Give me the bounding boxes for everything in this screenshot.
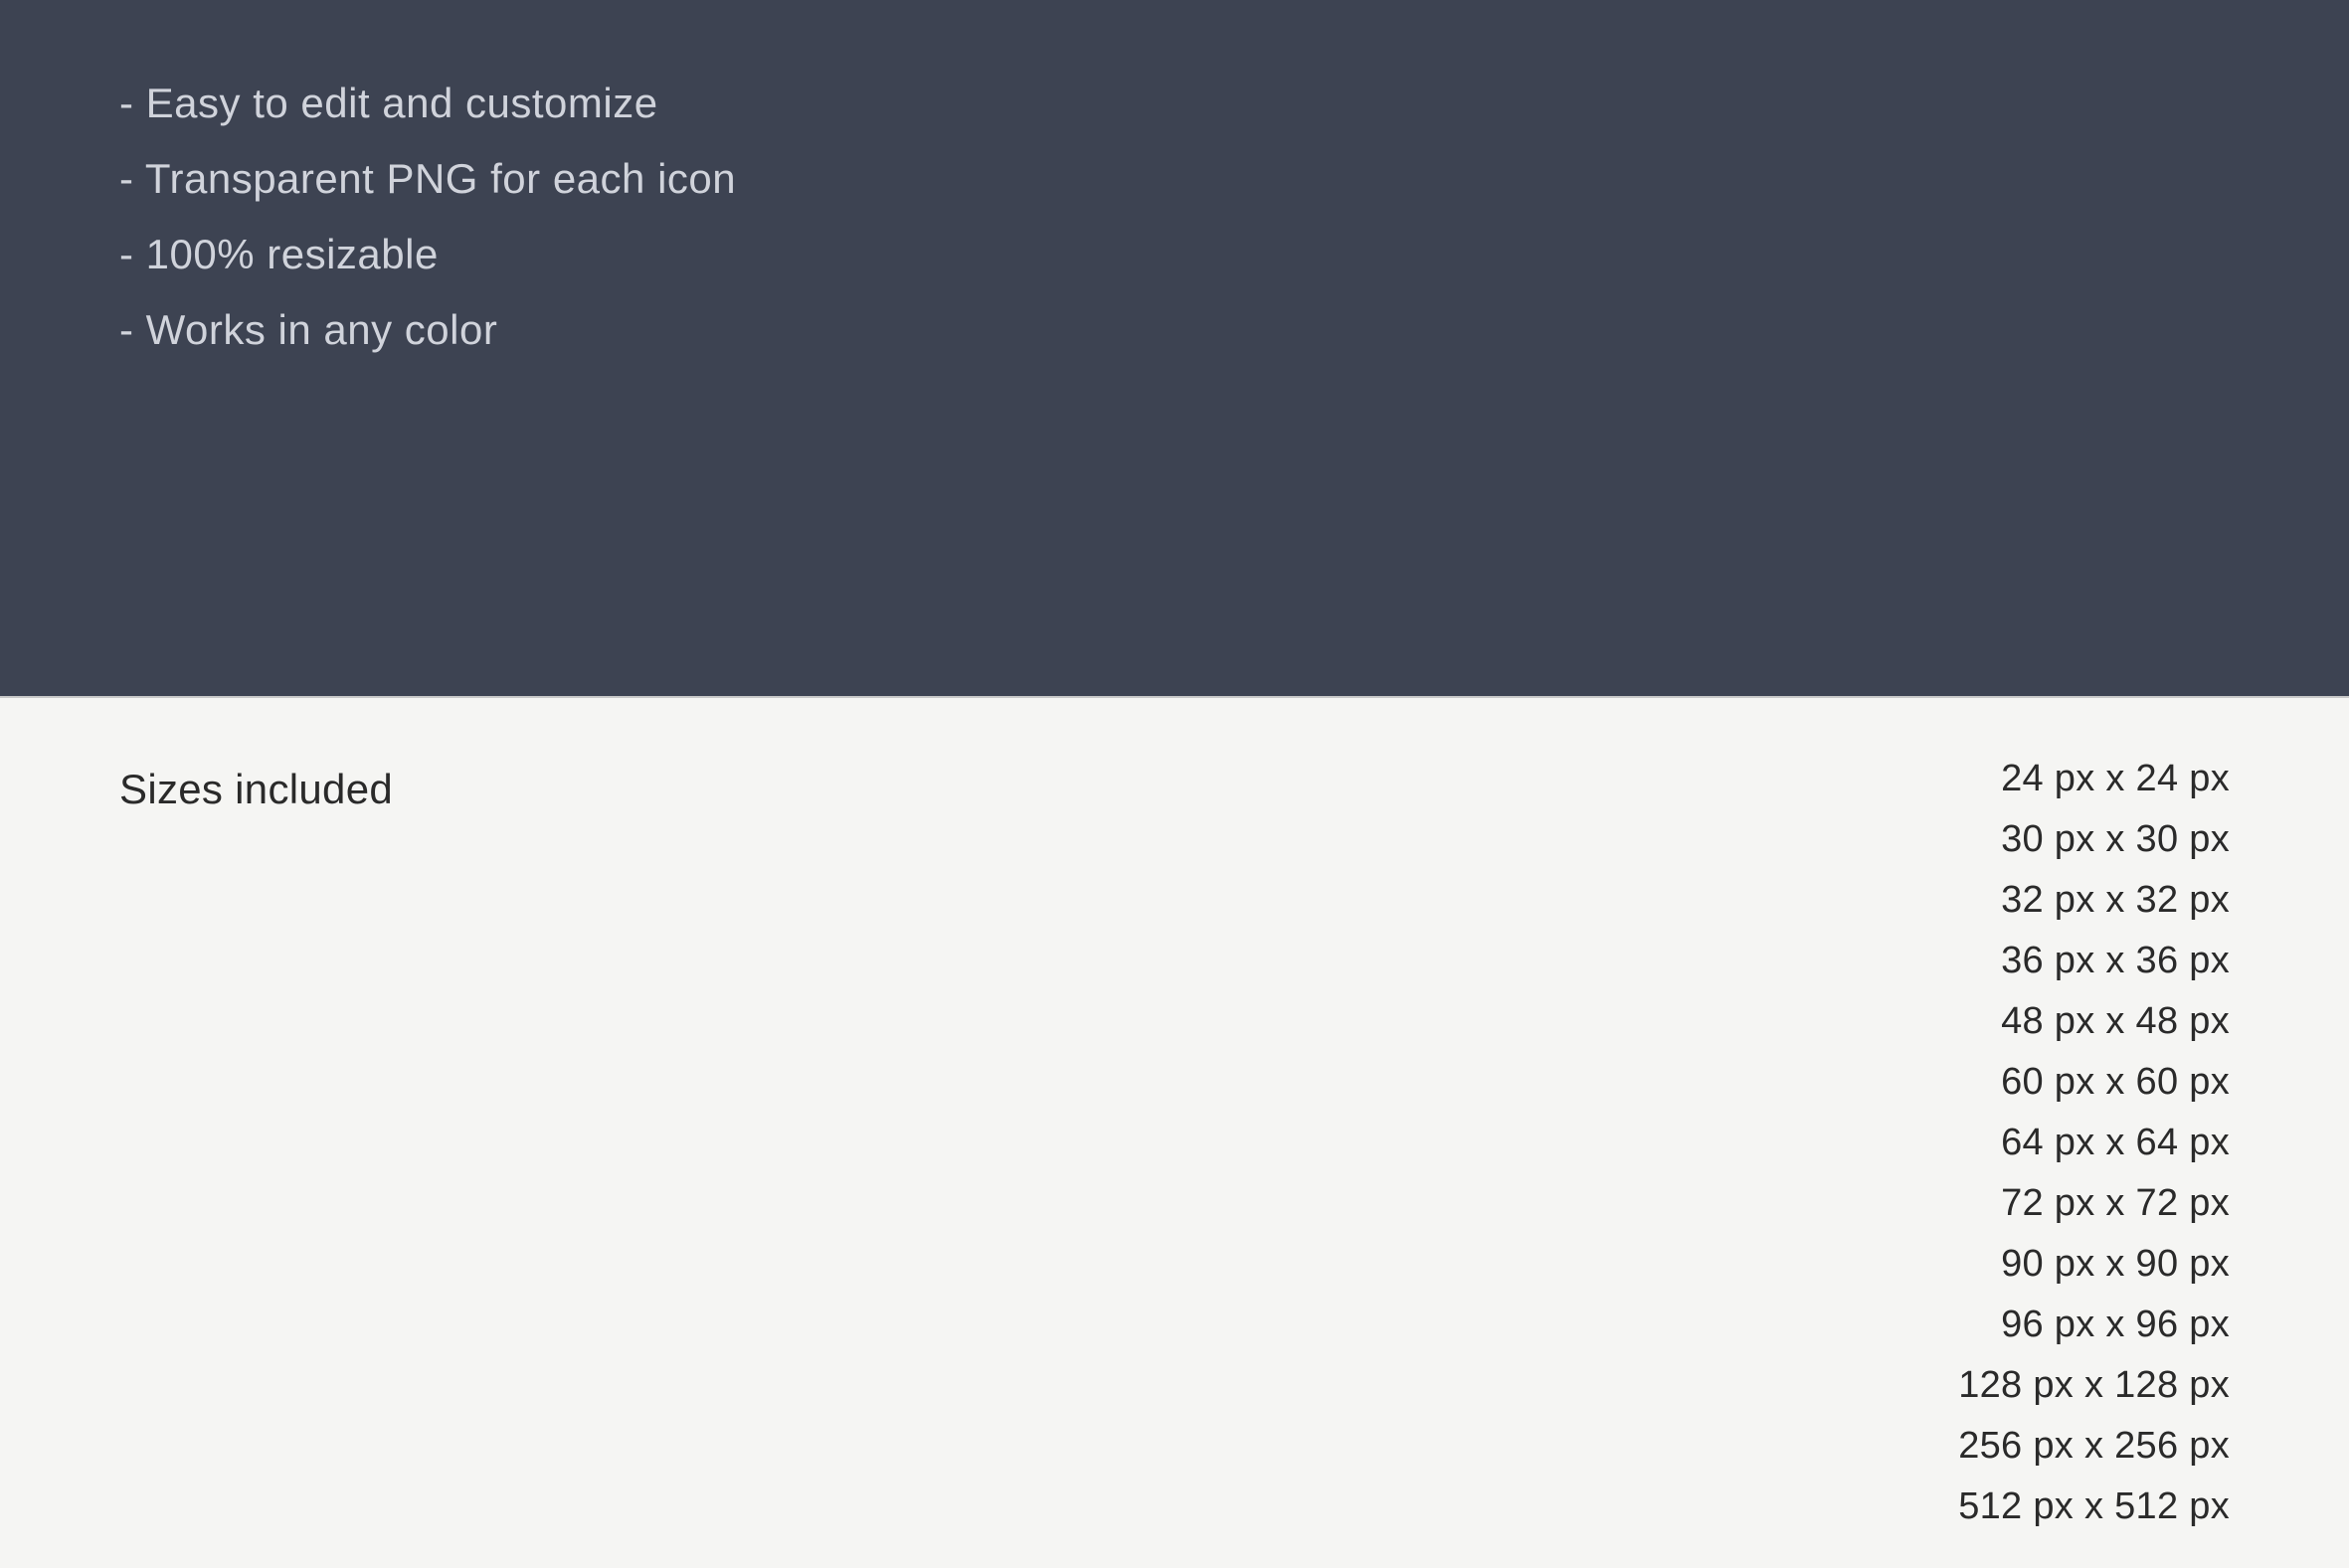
size-item-2: 32 px x 32 px (2001, 879, 2230, 922)
feature-list: - Easy to edit and customize - Transparen… (119, 80, 2230, 354)
size-item-9: 96 px x 96 px (2001, 1304, 2230, 1346)
size-item-10: 128 px x 128 px (1958, 1364, 2230, 1407)
feature-item-2: - 100% resizable (119, 231, 2230, 278)
size-item-4: 48 px x 48 px (2001, 1000, 2230, 1043)
size-item-0: 24 px x 24 px (2001, 758, 2230, 800)
size-item-6: 64 px x 64 px (2001, 1122, 2230, 1164)
size-item-5: 60 px x 60 px (2001, 1061, 2230, 1104)
size-item-12: 512 px x 512 px (1958, 1485, 2230, 1528)
feature-item-3: - Works in any color (119, 306, 2230, 354)
size-item-3: 36 px x 36 px (2001, 940, 2230, 982)
sizes-label: Sizes included (119, 766, 393, 813)
size-item-1: 30 px x 30 px (2001, 818, 2230, 861)
size-item-11: 256 px x 256 px (1958, 1425, 2230, 1468)
feature-item-1: - Transparent PNG for each icon (119, 155, 2230, 203)
bottom-section: Sizes included 24 px x 24 px 30 px x 30 p… (0, 698, 2349, 1568)
top-section: - Easy to edit and customize - Transparen… (0, 0, 2349, 696)
sizes-list: 24 px x 24 px 30 px x 30 px 32 px x 32 px 3… (1958, 758, 2230, 1528)
size-item-8: 90 px x 90 px (2001, 1243, 2230, 1286)
feature-item-0: - Easy to edit and customize (119, 80, 2230, 127)
size-item-7: 72 px x 72 px (2001, 1182, 2230, 1225)
